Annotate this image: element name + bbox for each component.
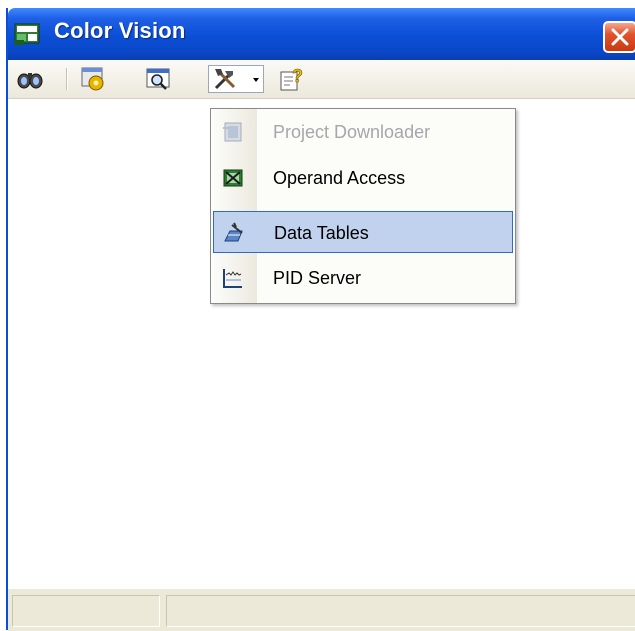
toolbar: ? xyxy=(8,60,635,128)
downloader-icon xyxy=(221,120,245,144)
settings-dropdown-button[interactable] xyxy=(78,65,128,93)
close-button[interactable] xyxy=(603,21,635,53)
view-dropdown-button[interactable] xyxy=(143,65,193,93)
menu-item-data-tables[interactable]: Data Tables xyxy=(213,211,513,253)
help-icon: ? xyxy=(280,66,303,91)
menu-item-project-downloader[interactable]: Project Downloader xyxy=(213,111,513,153)
tools-icon xyxy=(214,69,236,90)
menu-item-label: Project Downloader xyxy=(273,122,431,142)
app-icon xyxy=(14,22,42,46)
operand-access-icon xyxy=(221,166,245,190)
menu-item-operand-access[interactable]: Operand Access xyxy=(213,157,513,199)
svg-text:?: ? xyxy=(292,66,303,86)
status-pane xyxy=(166,595,635,627)
menu-item-label: PID Server xyxy=(273,268,362,288)
help-dropdown-button[interactable]: ? xyxy=(276,65,326,93)
tools-menu: Project Downloader Operand Access Data T… xyxy=(210,108,516,304)
app-window: Color Vision ? Project Downloader Operan… xyxy=(6,8,635,631)
close-icon xyxy=(611,28,629,46)
menu-item-pid-server[interactable]: PID Server xyxy=(213,257,513,299)
menu-item-label: Operand Access xyxy=(273,168,406,188)
title-bar[interactable]: Color Vision xyxy=(8,8,635,60)
window-title: Color Vision xyxy=(54,18,186,43)
toolbar-separator xyxy=(66,68,68,90)
status-pane xyxy=(12,595,160,627)
gear-window-icon xyxy=(81,67,104,91)
status-bar xyxy=(8,588,635,631)
binoculars-icon xyxy=(17,73,43,89)
chevron-down-icon xyxy=(253,78,259,82)
data-tables-icon xyxy=(222,221,246,245)
binoculars-button[interactable] xyxy=(16,65,48,93)
pid-server-icon xyxy=(221,266,245,290)
menu-item-label: Data Tables xyxy=(274,223,369,243)
tools-dropdown-button[interactable] xyxy=(208,65,264,93)
magnifier-window-icon xyxy=(146,68,170,90)
